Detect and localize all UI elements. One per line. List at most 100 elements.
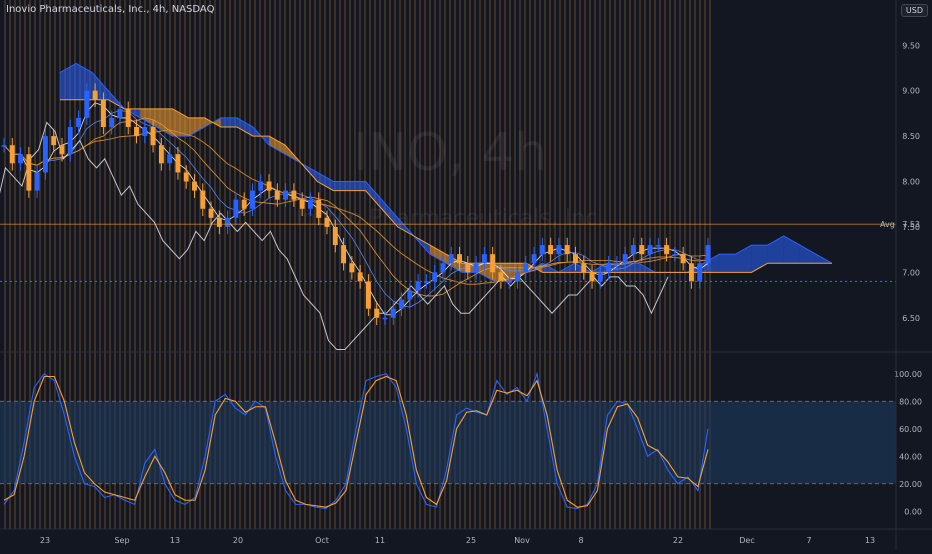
candle-body	[26, 154, 32, 191]
time-tick-label: 7	[806, 536, 811, 545]
candle-body	[697, 263, 703, 282]
candle-body	[18, 154, 24, 164]
time-tick-label: 22	[673, 536, 683, 545]
stoch-tick-label: 100.00	[894, 370, 922, 379]
time-tick-label: Oct	[315, 536, 329, 545]
candle-body	[465, 263, 471, 273]
time-tick-label: Sep	[114, 536, 129, 545]
chart[interactable]: INO, 4h Inovio Pharmaceuticals, Inc. 9.5…	[0, 0, 932, 550]
candle-body	[109, 117, 115, 127]
candle-body	[258, 181, 264, 191]
candle-body	[216, 217, 222, 227]
price-tick-label: 9.00	[902, 87, 920, 96]
candle-body	[399, 299, 405, 309]
cloud-segment	[719, 254, 736, 273]
time-tick-label: 25	[466, 536, 476, 545]
cloud-segment	[220, 117, 237, 127]
candle-body	[440, 263, 446, 273]
candle-body	[457, 254, 462, 264]
candle-body	[200, 190, 206, 209]
candle-body	[167, 154, 173, 164]
candle-body	[606, 263, 612, 273]
candle-body	[341, 245, 347, 264]
chart-header: Inovio Pharmaceuticals, Inc., 4h, NASDAQ	[6, 4, 215, 15]
candle-body	[548, 245, 554, 255]
stoch-tick-label: 0.00	[904, 507, 922, 516]
avg-value: 7.53	[902, 220, 920, 229]
cloud-segment	[349, 181, 366, 191]
candle-body	[473, 263, 479, 273]
candle-body	[332, 226, 338, 246]
candle-body	[390, 308, 396, 318]
candle-body	[448, 254, 454, 264]
candle-body	[680, 254, 686, 264]
candle-body	[76, 117, 81, 127]
watermark-ticker: INO, 4h	[353, 123, 547, 183]
time-tick-label: 8	[578, 536, 583, 545]
candle-body	[581, 263, 587, 273]
price-tick-label: 8.50	[902, 132, 920, 141]
candle-body	[150, 127, 156, 146]
candle-body	[407, 290, 413, 300]
candle-body	[9, 145, 15, 164]
time-tick-label: 23	[40, 536, 50, 545]
candle-body	[573, 254, 578, 264]
candle-body	[142, 127, 148, 137]
candle-body	[672, 254, 678, 256]
candle-body	[647, 245, 653, 255]
candle-body	[34, 172, 40, 191]
candle-body	[250, 190, 255, 209]
candle-body	[316, 199, 322, 218]
candle-body	[564, 245, 570, 255]
candle-body	[324, 217, 330, 227]
time-tick-label: 11	[375, 536, 385, 545]
time-tick-label: 13	[865, 536, 875, 545]
candle-body	[183, 172, 189, 182]
candle-body	[531, 254, 537, 264]
chart-svg[interactable]: INO, 4h Inovio Pharmaceuticals, Inc. 9.5…	[0, 0, 932, 550]
candle-body	[225, 217, 231, 227]
candle-body	[490, 254, 496, 273]
candle-body	[498, 272, 504, 282]
avg-label: Avg	[880, 220, 895, 229]
stoch-tick-label: 40.00	[899, 452, 922, 461]
candle-body	[266, 181, 272, 191]
candle-body	[307, 199, 313, 209]
candle-body	[192, 181, 197, 191]
candle-body	[117, 108, 123, 118]
candle-body	[365, 281, 371, 309]
candle-body	[299, 199, 305, 209]
time-tick-label: Dec	[739, 536, 754, 545]
candle-body	[42, 136, 48, 173]
candle-body	[589, 272, 595, 282]
time-tick-label: Nov	[514, 536, 530, 545]
candle-body	[357, 272, 363, 282]
candle-body	[382, 317, 388, 320]
candle-body	[639, 245, 645, 255]
candle-body	[631, 245, 636, 255]
candle-body	[705, 245, 711, 264]
candle-body	[614, 263, 620, 265]
candle-body	[622, 254, 628, 264]
candle-body	[92, 90, 98, 100]
candle-body	[688, 263, 694, 282]
candle-body	[158, 145, 164, 164]
candle-body	[100, 99, 106, 127]
candle-body	[349, 263, 355, 273]
candle-body	[175, 154, 181, 173]
candle-body	[539, 245, 545, 255]
candle-body	[241, 199, 247, 209]
candle-body	[51, 136, 57, 146]
candle-body	[125, 108, 131, 127]
stoch-tick-label: 80.00	[899, 397, 922, 406]
currency-button[interactable]: USD	[900, 4, 928, 17]
candle-body	[233, 199, 239, 218]
candle-body	[274, 190, 280, 200]
candle-body	[515, 272, 520, 282]
price-tick-label: 8.00	[902, 178, 920, 187]
time-tick-label: 20	[233, 536, 243, 545]
candle-body	[291, 190, 297, 200]
candle-body	[59, 145, 65, 155]
candle-body	[1, 145, 7, 147]
candle-body	[556, 245, 562, 255]
